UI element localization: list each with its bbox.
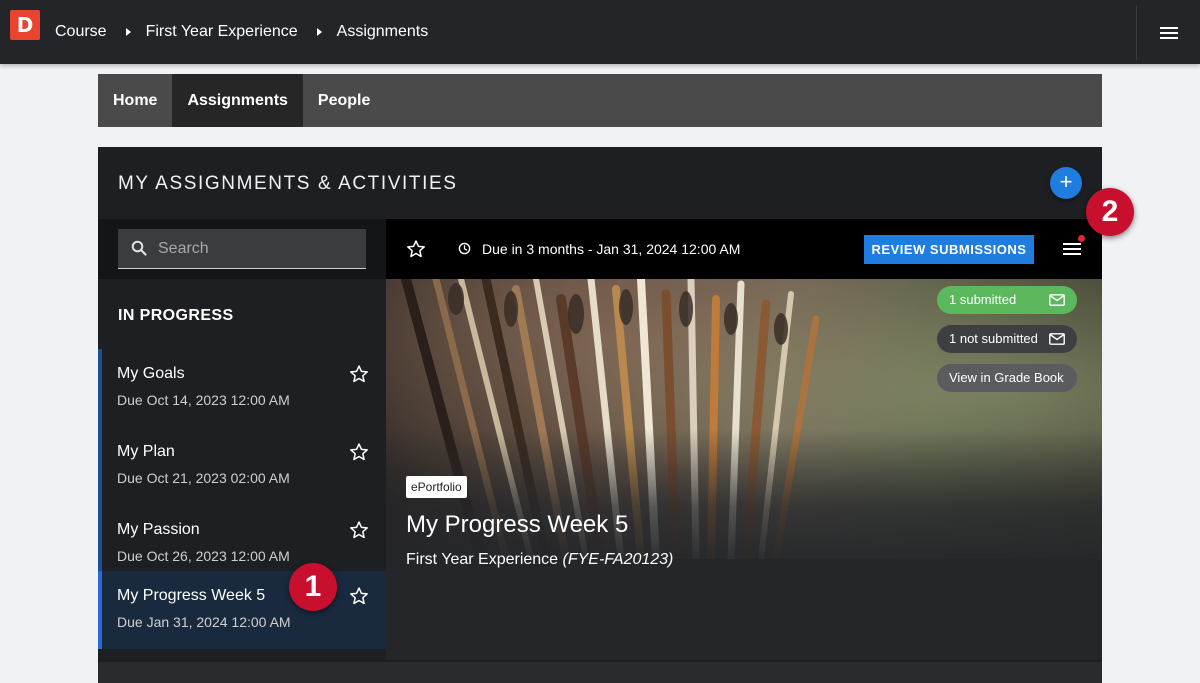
item-due-date: Due Jan 31, 2024 12:00 AM: [117, 614, 291, 630]
item-title: My Goals: [117, 365, 185, 382]
mail-icon: [1049, 294, 1065, 306]
tab-home[interactable]: Home: [98, 74, 172, 127]
list-item-my-progress-week-5[interactable]: My Progress Week 5 Due Jan 31, 2024 12:0…: [98, 571, 386, 649]
list-item-my-plan[interactable]: My Plan Due Oct 21, 2023 02:00 AM: [98, 427, 386, 505]
item-title: My Progress Week 5: [117, 587, 266, 604]
review-submissions-button[interactable]: REVIEW SUBMISSIONS: [864, 235, 1034, 264]
course-nav-tabs: Home Assignments People: [98, 74, 1102, 127]
view-in-grade-book-button[interactable]: View in Grade Book: [937, 364, 1077, 392]
hero-fade-overlay: [386, 429, 1102, 559]
not-submitted-count-badge[interactable]: 1 not submitted: [937, 325, 1077, 353]
search-icon: [131, 240, 147, 256]
mail-icon: [1049, 333, 1065, 345]
breadcrumb-assignments[interactable]: Assignments: [337, 23, 429, 41]
notification-dot: [1078, 235, 1085, 242]
top-divider: [1136, 5, 1137, 60]
course-name: First Year Experience: [406, 551, 559, 568]
course-code: (FYE-FA20123): [562, 551, 674, 568]
list-item-my-goals[interactable]: My Goals Due Oct 14, 2023 12:00 AM: [98, 349, 386, 427]
course-info: First Year Experience (FYE-FA20123): [406, 551, 673, 569]
assignments-panel: MY ASSIGNMENTS & ACTIVITIES + IN PROGRES…: [98, 147, 1102, 683]
breadcrumb-course[interactable]: Course: [55, 23, 107, 41]
clock-icon: [458, 242, 471, 255]
due-date-text: Due in 3 months - Jan 31, 2024 12:00 AM: [482, 241, 741, 257]
not-submitted-count-label: 1 not submitted: [949, 331, 1038, 346]
search-input[interactable]: [158, 229, 358, 268]
tab-people[interactable]: People: [303, 74, 385, 127]
star-icon[interactable]: [349, 442, 369, 462]
star-icon[interactable]: [349, 520, 369, 540]
tab-assignments[interactable]: Assignments: [172, 74, 303, 127]
breadcrumb-separator-icon: [316, 28, 322, 36]
bottom-strip: [98, 662, 1102, 683]
star-icon[interactable]: [406, 239, 426, 259]
breadcrumb-separator-icon: [125, 28, 131, 36]
options-menu-icon[interactable]: [1063, 242, 1081, 256]
hamburger-menu-icon[interactable]: [1160, 26, 1178, 40]
add-assignment-button[interactable]: +: [1050, 167, 1082, 199]
item-title: My Passion: [117, 521, 200, 538]
assignment-detail: Due in 3 months - Jan 31, 2024 12:00 AM …: [386, 219, 1102, 660]
item-due-date: Due Oct 21, 2023 02:00 AM: [117, 470, 290, 486]
app-logo[interactable]: D: [10, 10, 40, 40]
search-box: [118, 229, 366, 269]
star-icon[interactable]: [349, 364, 369, 384]
detail-toolbar: Due in 3 months - Jan 31, 2024 12:00 AM …: [386, 219, 1102, 279]
callout-badge-2: 2: [1086, 188, 1134, 236]
item-due-date: Due Oct 26, 2023 12:00 AM: [117, 548, 290, 564]
in-progress-header: IN PROGRESS: [98, 279, 386, 349]
submitted-count-label: 1 submitted: [949, 292, 1017, 307]
submitted-count-badge[interactable]: 1 submitted: [937, 286, 1077, 314]
section-label: IN PROGRESS: [118, 307, 234, 324]
breadcrumb-first-year-experience[interactable]: First Year Experience: [146, 23, 298, 41]
assignment-title: My Progress Week 5: [406, 511, 629, 538]
panel-title: MY ASSIGNMENTS & ACTIVITIES: [118, 173, 458, 194]
top-bar: D Course First Year Experience Assignmen…: [0, 0, 1200, 64]
item-title: My Plan: [117, 443, 175, 460]
eportfolio-tag: ePortfolio: [406, 476, 467, 498]
assignment-hero-image: 1 submitted 1 not submitted View in Grad…: [386, 279, 1102, 559]
item-due-date: Due Oct 14, 2023 12:00 AM: [117, 392, 290, 408]
assignment-sidebar: IN PROGRESS My Goals Due Oct 14, 2023 12…: [98, 219, 386, 649]
star-icon[interactable]: [349, 586, 369, 606]
breadcrumb: Course First Year Experience Assignments: [55, 0, 428, 64]
callout-badge-1: 1: [289, 563, 337, 611]
